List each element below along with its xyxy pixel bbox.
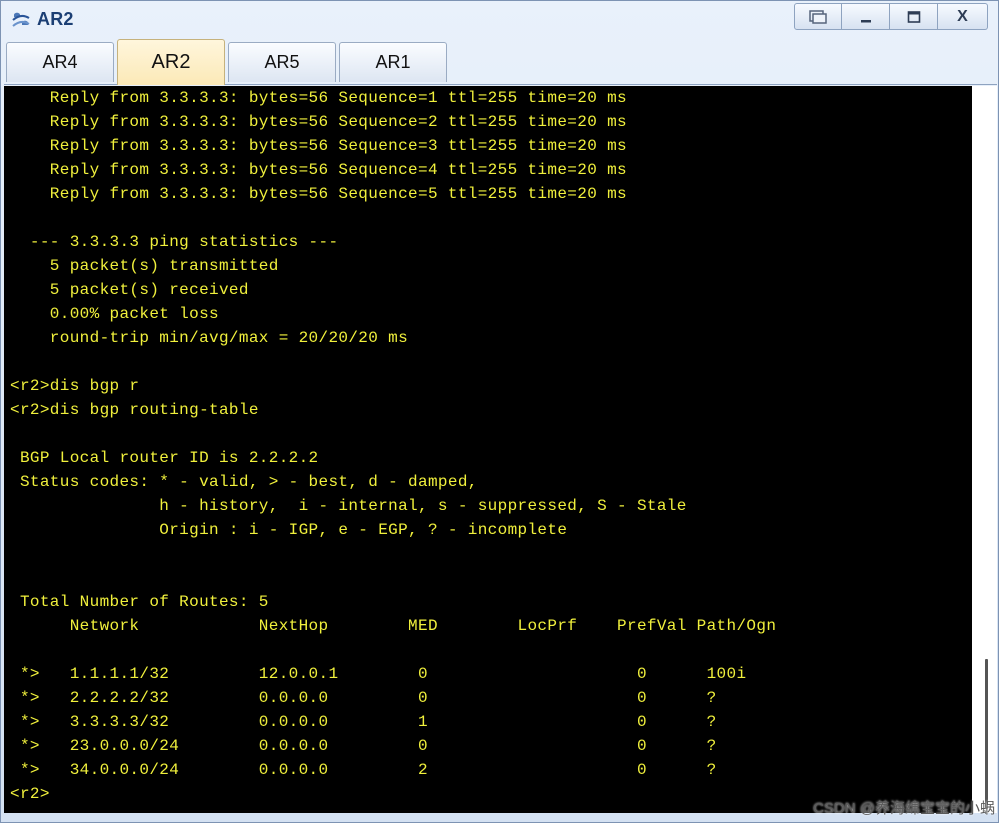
router-icon bbox=[12, 12, 30, 27]
terminal-output[interactable]: Reply from 3.3.3.3: bytes=56 Sequence=1 … bbox=[4, 86, 972, 813]
terminal-line: BGP Local router ID is 2.2.2.2 bbox=[10, 449, 319, 467]
restore-button[interactable] bbox=[794, 3, 842, 30]
terminal-line: Total Number of Routes: 5 bbox=[10, 593, 269, 611]
minimize-button[interactable] bbox=[842, 3, 890, 30]
terminal-line: 5 packet(s) received bbox=[10, 281, 249, 299]
terminal-line: round-trip min/avg/max = 20/20/20 ms bbox=[10, 329, 409, 347]
minimize-icon bbox=[860, 19, 871, 22]
terminal-line: Reply from 3.3.3.3: bytes=56 Sequence=2 … bbox=[10, 113, 627, 131]
terminal-line: <r2> bbox=[10, 785, 50, 803]
watermark: CSDN @养海绵宝宝的小蜗 bbox=[813, 800, 995, 817]
terminal-scrollbar[interactable] bbox=[972, 86, 997, 813]
maximize-button[interactable] bbox=[890, 3, 938, 30]
terminal-line: Status codes: * - valid, > - best, d - d… bbox=[10, 473, 478, 491]
router-console-window: AR2 X AR4 AR2 AR5 AR1 Reply from 3.3.3.3… bbox=[0, 0, 999, 823]
tab-ar1[interactable]: AR1 bbox=[339, 42, 447, 82]
terminal-line: Origin : i - IGP, e - EGP, ? - incomplet… bbox=[10, 521, 568, 539]
terminal-line: 0.00% packet loss bbox=[10, 305, 219, 323]
restore-icon bbox=[809, 9, 827, 24]
window-controls: X bbox=[794, 3, 988, 31]
terminal-line: Reply from 3.3.3.3: bytes=56 Sequence=4 … bbox=[10, 161, 627, 179]
tab-ar4[interactable]: AR4 bbox=[6, 42, 114, 82]
terminal-line: h - history, i - internal, s - suppresse… bbox=[10, 497, 687, 515]
terminal-line: *> 3.3.3.3/32 0.0.0.0 1 0 ? bbox=[10, 713, 717, 731]
terminal-line: <r2>dis bgp routing-table bbox=[10, 401, 259, 419]
terminal-line: Reply from 3.3.3.3: bytes=56 Sequence=5 … bbox=[10, 185, 627, 203]
terminal-line: Reply from 3.3.3.3: bytes=56 Sequence=3 … bbox=[10, 137, 627, 155]
scrollbar-thumb[interactable] bbox=[985, 659, 988, 809]
window-title: AR2 bbox=[37, 9, 74, 29]
terminal-text: Reply from 3.3.3.3: bytes=56 Sequence=1 … bbox=[10, 86, 776, 806]
terminal-line: *> 2.2.2.2/32 0.0.0.0 0 0 ? bbox=[10, 689, 717, 707]
terminal-line: --- 3.3.3.3 ping statistics --- bbox=[10, 233, 339, 251]
terminal-line: Network NextHop MED LocPrf PrefVal Path/… bbox=[10, 617, 777, 635]
terminal-line: 5 packet(s) transmitted bbox=[10, 257, 279, 275]
title-bar[interactable]: AR2 X bbox=[1, 1, 998, 39]
maximize-icon bbox=[907, 10, 920, 23]
terminal-line: *> 1.1.1.1/32 12.0.0.1 0 0 100i bbox=[10, 665, 747, 683]
terminal-line: Reply from 3.3.3.3: bytes=56 Sequence=1 … bbox=[10, 89, 627, 107]
tab-ar5[interactable]: AR5 bbox=[228, 42, 336, 82]
terminal-line: <r2>dis bgp r bbox=[10, 377, 140, 395]
terminal-line: *> 34.0.0.0/24 0.0.0.0 2 0 ? bbox=[10, 761, 717, 779]
close-icon: X bbox=[957, 7, 968, 25]
close-button[interactable]: X bbox=[938, 3, 988, 30]
tab-ar2[interactable]: AR2 bbox=[117, 39, 225, 85]
device-tab-bar: AR4 AR2 AR5 AR1 bbox=[4, 39, 997, 85]
terminal-line: *> 23.0.0.0/24 0.0.0.0 0 0 ? bbox=[10, 737, 717, 755]
